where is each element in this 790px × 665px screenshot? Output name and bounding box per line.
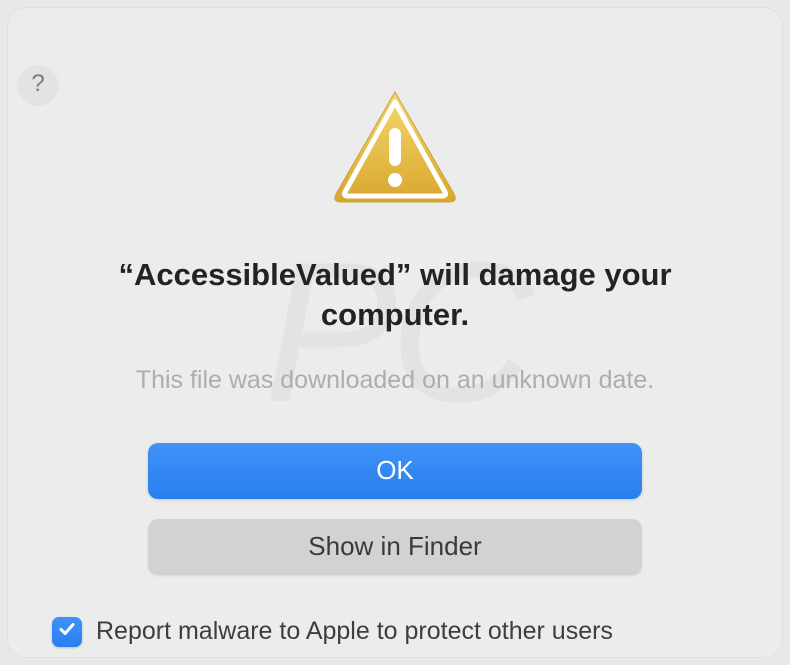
alert-dialog: PC ? “AccessibleValued” will damage your… [8, 8, 782, 657]
button-container: OK Show in Finder [48, 443, 742, 575]
report-malware-checkbox[interactable] [52, 617, 82, 647]
dialog-message: “AccessibleValued” will damage your comp… [48, 255, 742, 336]
checkmark-icon [57, 619, 77, 644]
ok-button[interactable]: OK [148, 443, 642, 499]
report-malware-label: Report malware to Apple to protect other… [96, 617, 613, 646]
report-malware-row: Report malware to Apple to protect other… [48, 617, 742, 647]
question-mark-icon: ? [31, 70, 44, 98]
message-quote-open: “ [118, 257, 134, 292]
message-app-name: AccessibleValued [134, 257, 396, 292]
warning-icon [330, 86, 460, 211]
dialog-submessage: This file was downloaded on an unknown d… [48, 366, 742, 395]
show-in-finder-button[interactable]: Show in Finder [148, 519, 642, 575]
dialog-icon-container [48, 86, 742, 211]
